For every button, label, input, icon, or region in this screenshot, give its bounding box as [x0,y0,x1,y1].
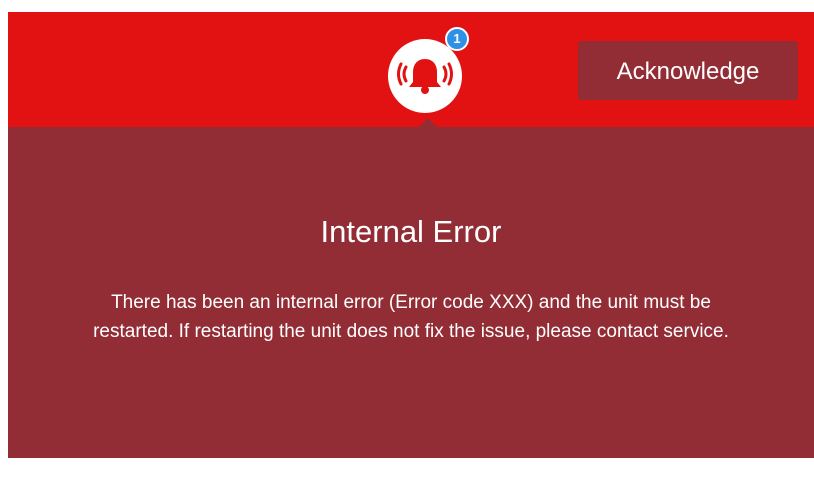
alarm-indicator[interactable] [388,39,462,113]
alarm-bell-icon [397,59,453,94]
acknowledge-button[interactable]: Acknowledge [578,41,798,100]
error-message: There has been an internal error (Error … [93,292,729,342]
error-title: Internal Error [320,214,502,249]
notification-badge: 1 [445,27,469,51]
top-bar: 1 Acknowledge [8,12,814,127]
pointer-notch [419,118,437,127]
alarm-screen: 1 Acknowledge Internal Error There has b… [8,12,814,458]
